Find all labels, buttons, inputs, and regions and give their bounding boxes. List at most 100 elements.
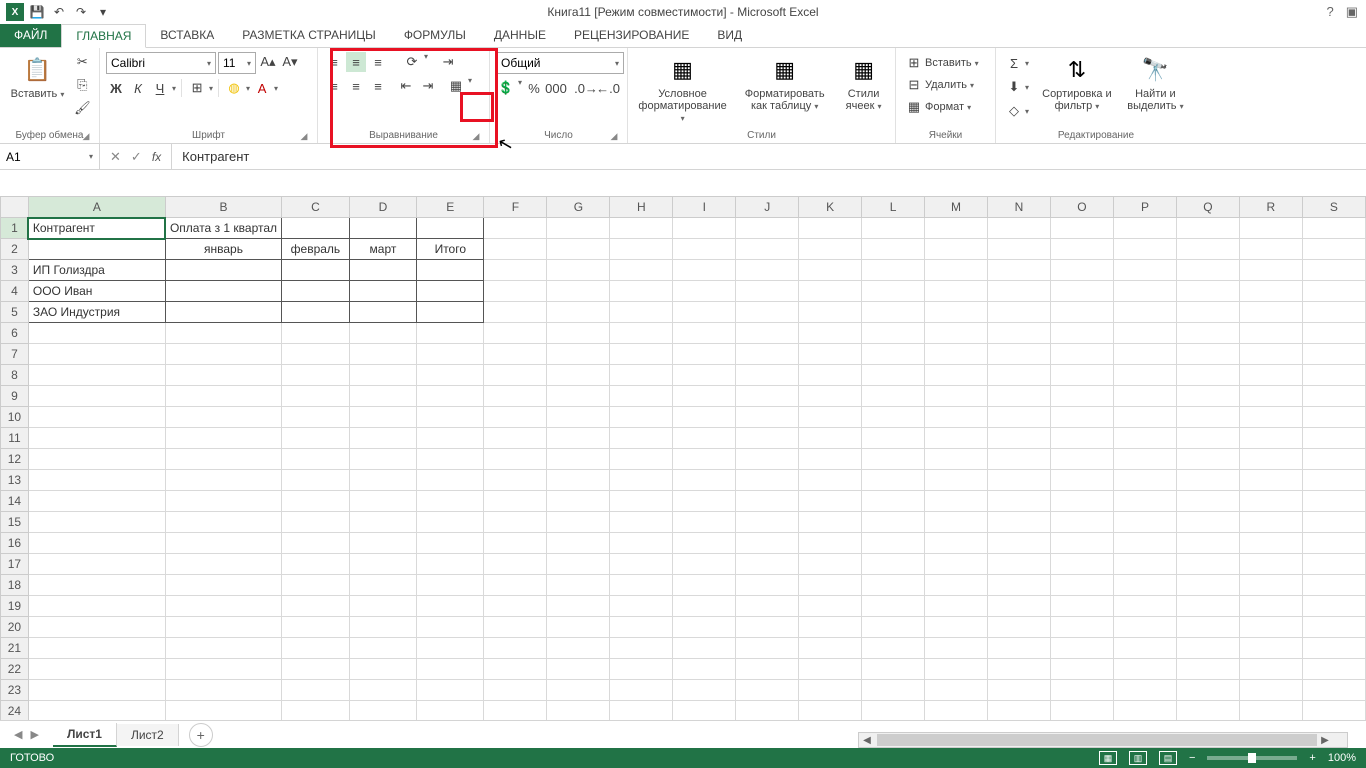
- decrease-decimal-icon[interactable]: ←.0: [598, 78, 618, 98]
- cell-E11[interactable]: [417, 428, 484, 449]
- number-launcher-icon[interactable]: ◢: [609, 131, 619, 141]
- clipboard-launcher-icon[interactable]: ◢: [81, 131, 91, 141]
- row-header-17[interactable]: 17: [1, 554, 29, 575]
- cell-A2[interactable]: [28, 239, 165, 260]
- cell-H18[interactable]: [610, 575, 673, 596]
- cell-F14[interactable]: [484, 491, 547, 512]
- cell-R4[interactable]: [1239, 281, 1302, 302]
- cell-A10[interactable]: [28, 407, 165, 428]
- cell-I5[interactable]: [673, 302, 736, 323]
- number-format-combo[interactable]: Общий▾: [496, 52, 624, 74]
- cell-Q20[interactable]: [1176, 617, 1239, 638]
- cell-Q19[interactable]: [1176, 596, 1239, 617]
- row-header-18[interactable]: 18: [1, 575, 29, 596]
- cell-B12[interactable]: [165, 449, 281, 470]
- italic-button[interactable]: К: [128, 78, 148, 98]
- cell-H6[interactable]: [610, 323, 673, 344]
- cell-O20[interactable]: [1050, 617, 1113, 638]
- cell-O5[interactable]: [1050, 302, 1113, 323]
- cell-S19[interactable]: [1302, 596, 1365, 617]
- cell-N4[interactable]: [988, 281, 1051, 302]
- cell-I1[interactable]: [673, 218, 736, 239]
- cell-I14[interactable]: [673, 491, 736, 512]
- decrease-indent-icon[interactable]: ⇤: [396, 76, 416, 96]
- cell-P9[interactable]: [1113, 386, 1176, 407]
- row-header-10[interactable]: 10: [1, 407, 29, 428]
- sort-filter-button[interactable]: ⇅ Сортировка и фильтр ▾: [1037, 52, 1117, 114]
- cell-B1[interactable]: Оплата з 1 квартал: [165, 218, 281, 239]
- cell-G8[interactable]: [547, 365, 610, 386]
- cell-Q4[interactable]: [1176, 281, 1239, 302]
- cell-G7[interactable]: [547, 344, 610, 365]
- cell-I24[interactable]: [673, 701, 736, 721]
- cell-M22[interactable]: [925, 659, 988, 680]
- cell-L10[interactable]: [862, 407, 925, 428]
- cell-L4[interactable]: [862, 281, 925, 302]
- cell-L12[interactable]: [862, 449, 925, 470]
- cell-E12[interactable]: [417, 449, 484, 470]
- cell-O10[interactable]: [1050, 407, 1113, 428]
- enter-formula-icon[interactable]: ✓: [131, 149, 142, 165]
- cell-A14[interactable]: [28, 491, 165, 512]
- cell-R8[interactable]: [1239, 365, 1302, 386]
- cell-C2[interactable]: февраль: [282, 239, 350, 260]
- cell-I21[interactable]: [673, 638, 736, 659]
- cell-S4[interactable]: [1302, 281, 1365, 302]
- cell-C5[interactable]: [282, 302, 350, 323]
- cell-S7[interactable]: [1302, 344, 1365, 365]
- cell-R23[interactable]: [1239, 680, 1302, 701]
- cell-H1[interactable]: [610, 218, 673, 239]
- accounting-format-icon[interactable]: 💲: [496, 78, 516, 98]
- cell-P5[interactable]: [1113, 302, 1176, 323]
- cell-S8[interactable]: [1302, 365, 1365, 386]
- cell-D8[interactable]: [349, 365, 416, 386]
- cell-D20[interactable]: [349, 617, 416, 638]
- cell-L24[interactable]: [862, 701, 925, 721]
- cell-K10[interactable]: [799, 407, 862, 428]
- cell-C19[interactable]: [282, 596, 350, 617]
- cell-K16[interactable]: [799, 533, 862, 554]
- cell-L5[interactable]: [862, 302, 925, 323]
- cell-R7[interactable]: [1239, 344, 1302, 365]
- cell-J22[interactable]: [736, 659, 799, 680]
- cell-G9[interactable]: [547, 386, 610, 407]
- cell-P4[interactable]: [1113, 281, 1176, 302]
- cell-A19[interactable]: [28, 596, 165, 617]
- cell-H14[interactable]: [610, 491, 673, 512]
- conditional-formatting-button[interactable]: ▦ Условное форматирование ▾: [634, 52, 731, 126]
- cell-M1[interactable]: [925, 218, 988, 239]
- cell-F1[interactable]: [484, 218, 547, 239]
- cell-E14[interactable]: [417, 491, 484, 512]
- cell-Q12[interactable]: [1176, 449, 1239, 470]
- cell-O3[interactable]: [1050, 260, 1113, 281]
- cell-D21[interactable]: [349, 638, 416, 659]
- cell-R15[interactable]: [1239, 512, 1302, 533]
- cell-I8[interactable]: [673, 365, 736, 386]
- cell-J23[interactable]: [736, 680, 799, 701]
- cell-G23[interactable]: [547, 680, 610, 701]
- cell-P23[interactable]: [1113, 680, 1176, 701]
- cell-N11[interactable]: [988, 428, 1051, 449]
- page-break-view-icon[interactable]: ▤: [1159, 751, 1177, 765]
- cell-O8[interactable]: [1050, 365, 1113, 386]
- cell-K24[interactable]: [799, 701, 862, 721]
- cell-I10[interactable]: [673, 407, 736, 428]
- cell-Q8[interactable]: [1176, 365, 1239, 386]
- cell-M9[interactable]: [925, 386, 988, 407]
- cell-C13[interactable]: [282, 470, 350, 491]
- row-header-21[interactable]: 21: [1, 638, 29, 659]
- zoom-level[interactable]: 100%: [1328, 752, 1356, 764]
- cell-F6[interactable]: [484, 323, 547, 344]
- cut-icon[interactable]: ✂: [72, 52, 92, 72]
- cell-L19[interactable]: [862, 596, 925, 617]
- scroll-right-icon[interactable]: ▶: [1317, 735, 1333, 746]
- cell-B20[interactable]: [165, 617, 281, 638]
- cell-R13[interactable]: [1239, 470, 1302, 491]
- cell-P13[interactable]: [1113, 470, 1176, 491]
- cell-A23[interactable]: [28, 680, 165, 701]
- row-header-6[interactable]: 6: [1, 323, 29, 344]
- ribbon-options-icon[interactable]: ▣: [1346, 4, 1358, 20]
- cell-F23[interactable]: [484, 680, 547, 701]
- cell-E10[interactable]: [417, 407, 484, 428]
- tab-insert[interactable]: ВСТАВКА: [146, 23, 228, 47]
